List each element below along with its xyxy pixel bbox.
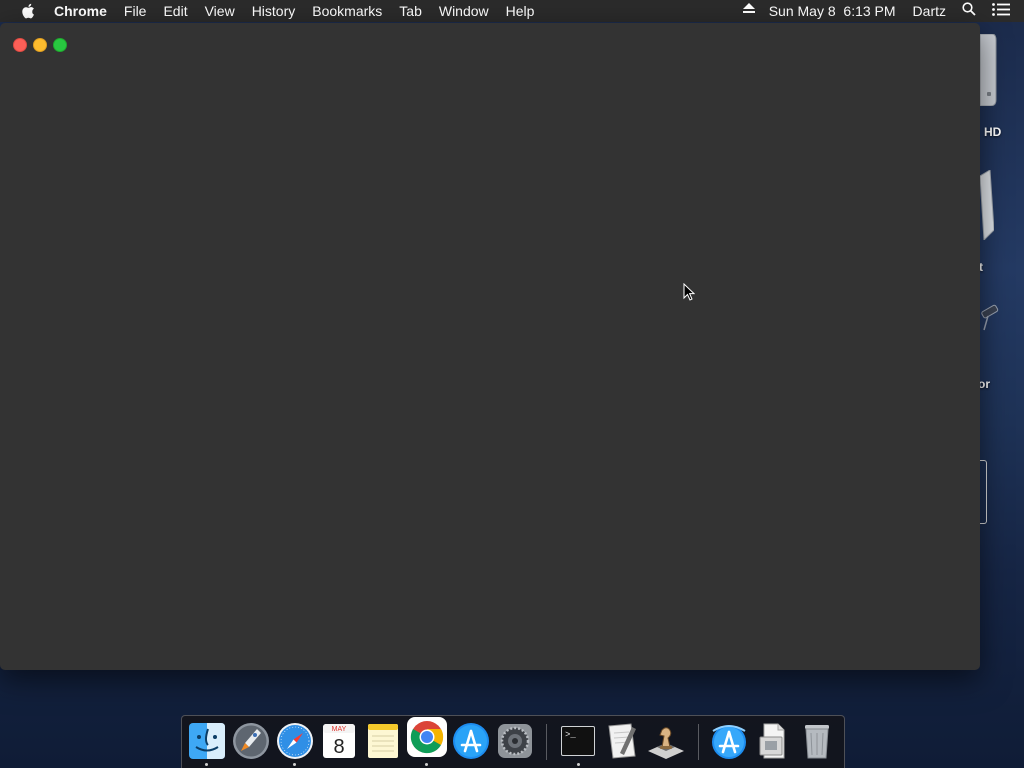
window-zoom-button[interactable] bbox=[53, 38, 67, 52]
menu-history[interactable]: History bbox=[252, 0, 296, 22]
trash-icon[interactable] bbox=[797, 721, 837, 761]
menu-bar-status-area: Sun May 8 6:13 PM Dartz bbox=[742, 0, 1024, 22]
menu-bar: Chrome File Edit View History Bookmarks … bbox=[0, 0, 1024, 22]
menu-help[interactable]: Help bbox=[506, 0, 535, 22]
launchpad-icon[interactable] bbox=[231, 721, 271, 761]
dock-separator bbox=[546, 724, 547, 760]
document-desktop-icon[interactable] bbox=[979, 169, 995, 242]
terminal-icon[interactable]: >_ bbox=[558, 721, 598, 761]
calendar-month-text: MAY bbox=[332, 726, 347, 733]
dock: MAY 8 >_ bbox=[181, 715, 845, 768]
script-editor-icon[interactable] bbox=[602, 721, 642, 761]
chrome-running-indicator bbox=[425, 763, 428, 766]
window-close-button[interactable] bbox=[13, 38, 27, 52]
chrome-icon[interactable] bbox=[406, 716, 448, 758]
menu-file[interactable]: File bbox=[124, 0, 147, 22]
calendar-day-text: 8 bbox=[333, 736, 344, 758]
menu-user[interactable]: Dartz bbox=[913, 0, 946, 22]
telescope-desktop-icon[interactable] bbox=[980, 302, 1000, 332]
finder-icon[interactable] bbox=[187, 721, 227, 761]
mouse-cursor-icon bbox=[683, 282, 696, 306]
window-minimize-button[interactable] bbox=[33, 38, 47, 52]
dock-separator-2 bbox=[698, 724, 699, 760]
chess-icon[interactable] bbox=[646, 721, 686, 761]
applications-folder-icon[interactable] bbox=[709, 721, 749, 761]
app-store-icon[interactable] bbox=[451, 721, 491, 761]
apple-icon[interactable] bbox=[20, 0, 36, 22]
eject-icon[interactable] bbox=[742, 0, 755, 22]
finder-running-indicator bbox=[205, 763, 208, 766]
menu-window[interactable]: Window bbox=[439, 0, 489, 22]
menu-view[interactable]: View bbox=[205, 0, 235, 22]
safari-icon[interactable] bbox=[275, 721, 315, 761]
terminal-prompt-text: >_ bbox=[565, 730, 576, 740]
menu-app-chrome[interactable]: Chrome bbox=[54, 0, 107, 22]
spotlight-search-icon[interactable] bbox=[962, 0, 976, 22]
safari-running-indicator bbox=[293, 763, 296, 766]
calendar-icon[interactable]: MAY 8 bbox=[319, 721, 359, 761]
hard-drive-desktop-label: HD bbox=[984, 125, 1002, 139]
chrome-window[interactable] bbox=[0, 23, 980, 670]
notes-icon[interactable] bbox=[363, 721, 403, 761]
menu-bookmarks[interactable]: Bookmarks bbox=[312, 0, 382, 22]
menu-clock[interactable]: Sun May 8 6:13 PM bbox=[769, 0, 896, 22]
downloads-stack-icon[interactable] bbox=[753, 721, 793, 761]
menu-tab[interactable]: Tab bbox=[399, 0, 422, 22]
notification-center-icon[interactable] bbox=[992, 0, 1010, 22]
system-preferences-icon[interactable] bbox=[495, 721, 535, 761]
terminal-running-indicator bbox=[577, 763, 580, 766]
menu-edit[interactable]: Edit bbox=[163, 0, 187, 22]
hard-drive-desktop-icon[interactable] bbox=[978, 33, 998, 107]
